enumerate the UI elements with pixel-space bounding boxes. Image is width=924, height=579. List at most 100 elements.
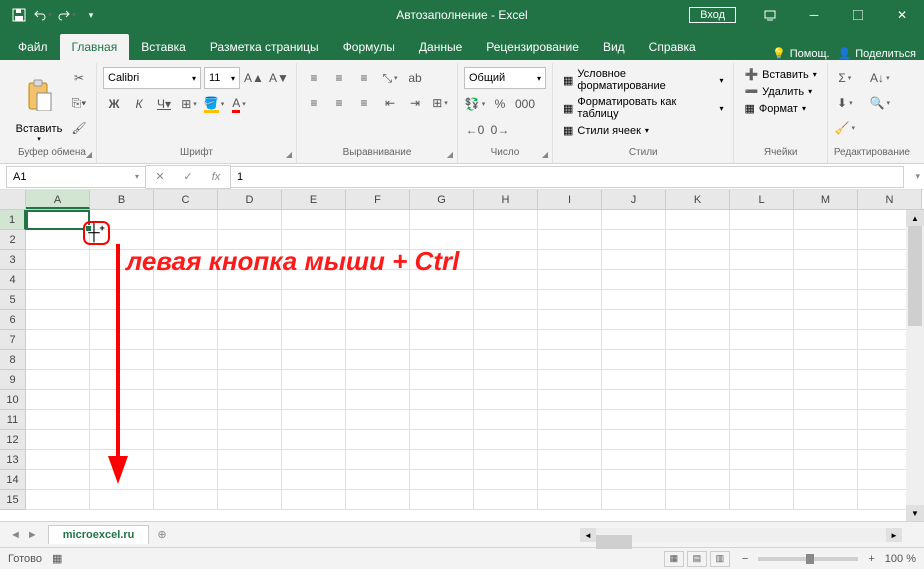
cell[interactable] [538,290,602,310]
row-header[interactable]: 15 [0,490,26,510]
cell[interactable] [474,490,538,510]
cell[interactable] [666,210,730,230]
cell[interactable] [218,330,282,350]
cell[interactable] [26,430,90,450]
cell[interactable] [474,330,538,350]
cell[interactable] [474,250,538,270]
cell[interactable] [538,210,602,230]
zoom-in-button[interactable]: + [864,553,878,565]
cell[interactable] [26,470,90,490]
cells-area[interactable]: document.write(Array.from({length:15},()… [26,210,924,510]
cell[interactable] [602,230,666,250]
cell[interactable] [474,390,538,410]
cell[interactable] [346,290,410,310]
save-icon[interactable] [8,4,30,26]
cell[interactable] [666,430,730,450]
cell[interactable] [794,270,858,290]
cell[interactable] [282,490,346,510]
cell[interactable] [346,490,410,510]
cell[interactable] [346,390,410,410]
cell[interactable] [410,310,474,330]
cell[interactable] [730,450,794,470]
format-painter-button[interactable]: 🖌 [68,117,90,139]
row-header[interactable]: 2 [0,230,26,250]
merge-button[interactable]: ⊞ [429,92,451,114]
row-header[interactable]: 4 [0,270,26,290]
normal-view-button[interactable]: ▦ [664,551,684,567]
cell[interactable] [602,290,666,310]
row-header[interactable]: 12 [0,430,26,450]
cell[interactable] [794,230,858,250]
cell[interactable] [666,390,730,410]
cell[interactable] [282,370,346,390]
zoom-level[interactable]: 100 % [885,553,916,565]
cell[interactable] [282,390,346,410]
zoom-slider[interactable] [758,557,858,561]
cell[interactable] [474,270,538,290]
align-launcher[interactable]: ◢ [447,147,453,163]
insert-function-button[interactable]: fx [202,166,230,188]
tab-help[interactable]: Справка [637,34,708,60]
cell[interactable] [410,470,474,490]
col-header[interactable]: E [282,190,346,209]
sort-filter-button[interactable]: A↓ [860,67,900,89]
tab-review[interactable]: Рецензирование [474,34,591,60]
scroll-right-button[interactable]: ► [886,528,902,542]
cell[interactable] [538,450,602,470]
col-header[interactable]: J [602,190,666,209]
ribbon-options-icon[interactable] [748,0,792,30]
number-launcher[interactable]: ◢ [542,147,548,163]
macro-record-icon[interactable]: ▦ [52,552,62,565]
font-size-combo[interactable]: 11▾ [204,67,240,89]
delete-cells-button[interactable]: ➖Удалить▾ [740,84,820,99]
cell[interactable] [794,450,858,470]
cell[interactable] [154,370,218,390]
cell[interactable] [602,270,666,290]
cell[interactable] [410,330,474,350]
cell[interactable] [730,310,794,330]
cell[interactable] [154,490,218,510]
cell[interactable] [474,450,538,470]
cell[interactable] [538,470,602,490]
cell[interactable] [730,470,794,490]
hscroll-thumb[interactable] [596,535,632,549]
fill-color-button[interactable]: 🪣 [203,93,225,115]
zoom-out-button[interactable]: − [738,553,752,565]
cell[interactable] [602,210,666,230]
cell[interactable] [410,210,474,230]
close-button[interactable]: ✕ [880,0,924,30]
col-header[interactable]: N [858,190,922,209]
tab-data[interactable]: Данные [407,34,474,60]
cell[interactable] [218,470,282,490]
cell[interactable] [666,350,730,370]
increase-decimal-button[interactable]: ←0 [464,119,486,141]
cell[interactable] [730,410,794,430]
tab-home[interactable]: Главная [60,34,130,60]
cell[interactable] [154,330,218,350]
accounting-format-button[interactable]: 💱 [464,93,486,115]
clipboard-launcher[interactable]: ◢ [86,147,92,163]
row-header[interactable]: 1 [0,210,26,230]
cell[interactable] [666,230,730,250]
cell[interactable] [90,490,154,510]
decrease-decimal-button[interactable]: 0→ [489,119,511,141]
col-header[interactable]: L [730,190,794,209]
cell[interactable] [218,310,282,330]
active-cell[interactable] [26,210,90,230]
col-header[interactable]: A [26,190,90,209]
cell[interactable] [666,330,730,350]
wrap-text-button[interactable]: ab [404,67,426,89]
cell[interactable] [346,430,410,450]
cell[interactable] [730,490,794,510]
cell[interactable] [410,430,474,450]
scroll-down-button[interactable]: ▼ [906,505,924,521]
cell[interactable] [538,330,602,350]
cell[interactable] [218,390,282,410]
cell[interactable] [602,430,666,450]
row-header[interactable]: 10 [0,390,26,410]
underline-button[interactable]: Ч▾ [153,93,175,115]
decrease-indent-button[interactable]: ⇤ [379,92,401,114]
row-header[interactable]: 6 [0,310,26,330]
cell[interactable] [730,270,794,290]
cell[interactable] [474,210,538,230]
